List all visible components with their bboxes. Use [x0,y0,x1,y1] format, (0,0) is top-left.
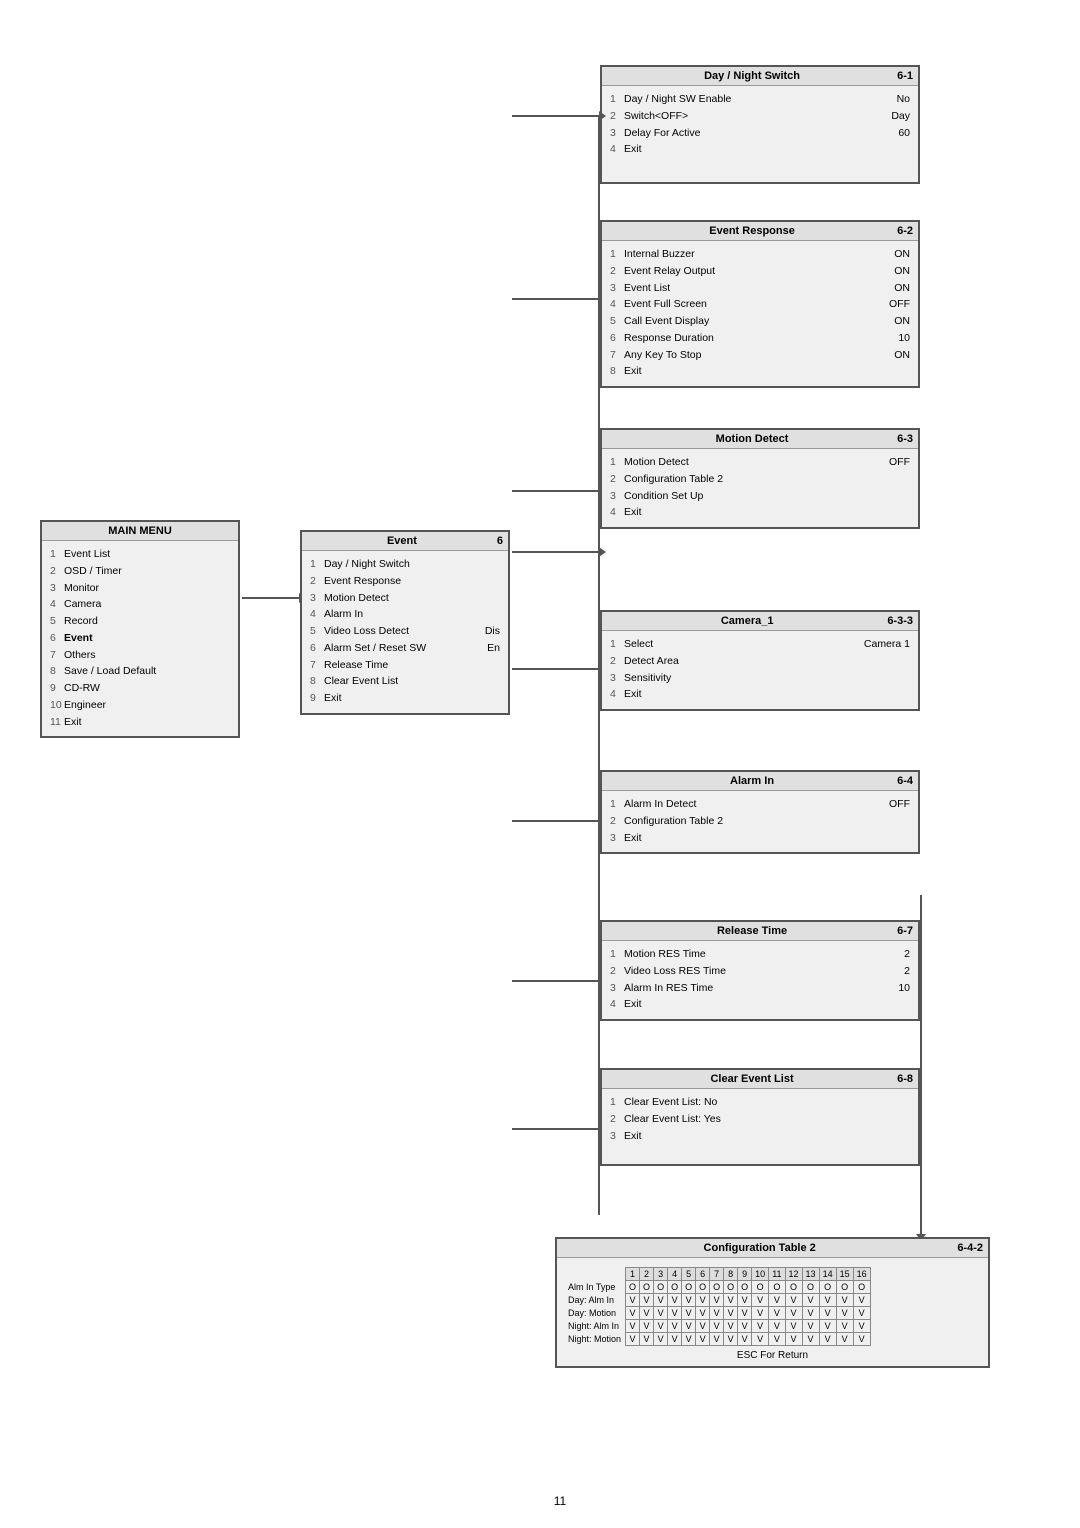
list-item: 2Detect Area [610,654,910,670]
camera1-title: Camera_1 6-3-3 [602,612,918,631]
day-night-content: 1Day / Night SW EnableNo 2Switch<OFF>Day… [602,86,918,182]
list-item: 8Save / Load Default [50,664,230,680]
arrow-to-daynight [512,115,600,117]
list-item: 4Exit [610,505,910,521]
list-item: 1Motion DetectOFF [610,455,910,471]
list-item: 10Engineer [50,698,230,714]
arrow-to-camera1 [512,668,600,670]
list-item: 3Condition Set Up [610,489,910,505]
list-item: 9Exit [310,691,500,707]
arrow-to-alarmin [512,820,600,822]
arrow-to-motion-detect [512,490,600,492]
list-item: 1Clear Event List: No [610,1095,910,1111]
list-item: 2Configuration Table 2 [610,814,910,830]
camera1-box: Camera_1 6-3-3 1SelectCamera 1 2Detect A… [600,610,920,711]
list-item: 3Monitor [50,581,230,597]
alarm-in-box: Alarm In 6-4 1Alarm In DetectOFF 2Config… [600,770,920,854]
arrow-to-release-time [512,980,600,982]
motion-detect-title: Motion Detect 6-3 [602,430,918,449]
list-item: 1Day / Night Switch [310,557,500,573]
list-item: 2Clear Event List: Yes [610,1112,910,1128]
list-item: 9CD-RW [50,681,230,697]
config-table-content: 1 2 3 4 5 6 7 8 9 10 11 12 13 14 [557,1258,988,1366]
list-item: 1Motion RES Time2 [610,947,910,963]
clear-event-content: 1Clear Event List: No 2Clear Event List:… [602,1089,918,1164]
main-menu-content: 1Event List 2OSD / Timer 3Monitor 4Camer… [42,541,238,736]
day-night-title: Day / Night Switch 6-1 [602,67,918,86]
list-item: 8Exit [610,364,910,380]
list-item: 2Video Loss RES Time2 [610,964,910,980]
list-item: 3Event ListON [610,281,910,297]
list-item: 1Event List [50,547,230,563]
event-menu-title: Event 6 [302,532,508,551]
list-item: 6Response Duration10 [610,331,910,347]
list-item: 3Exit [610,831,910,847]
alarm-in-title: Alarm In 6-4 [602,772,918,791]
arrow-to-clear-event [512,1128,600,1130]
event-response-box: Event Response 6-2 1Internal BuzzerON 2E… [600,220,920,388]
list-item: 2Event Relay OutputON [610,264,910,280]
list-item: 3Delay For Active60 [610,126,910,142]
list-item: 5Record [50,614,230,630]
arrow-to-config-table [920,895,922,1235]
motion-detect-box: Motion Detect 6-3 1Motion DetectOFF 2Con… [600,428,920,529]
list-item: 3Sensitivity [610,671,910,687]
clear-event-box: Clear Event List 6-8 1Clear Event List: … [600,1068,920,1166]
arrow-event-to-daynight [512,551,600,553]
page-container: MAIN MENU 1Event List 2OSD / Timer 3Moni… [0,0,1080,1528]
list-item: 4Exit [610,687,910,703]
release-time-content: 1Motion RES Time2 2Video Loss RES Time2 … [602,941,918,1019]
list-item: 1Alarm In DetectOFF [610,797,910,813]
list-item: 3Exit [610,1129,910,1145]
alarm-in-content: 1Alarm In DetectOFF 2Configuration Table… [602,791,918,852]
list-item: 11Exit [50,715,230,731]
list-item: 5Call Event DisplayON [610,314,910,330]
list-item: 1Internal BuzzerON [610,247,910,263]
list-item: 4Exit [610,142,910,158]
motion-detect-content: 1Motion DetectOFF 2Configuration Table 2… [602,449,918,527]
main-menu-box: MAIN MENU 1Event List 2OSD / Timer 3Moni… [40,520,240,738]
list-item: 2OSD / Timer [50,564,230,580]
list-item: 3Motion Detect [310,591,500,607]
list-item: 1SelectCamera 1 [610,637,910,653]
list-item: 7Others [50,648,230,664]
camera1-content: 1SelectCamera 1 2Detect Area 3Sensitivit… [602,631,918,709]
main-menu-title: MAIN MENU [42,522,238,541]
list-item: 2Switch<OFF>Day [610,109,910,125]
list-item: 3Alarm In RES Time10 [610,981,910,997]
list-item: 8Clear Event List [310,674,500,690]
page-number: 11 [20,1494,1080,1508]
esc-label: ESC For Return [565,1350,980,1361]
list-item: 2Configuration Table 2 [610,472,910,488]
list-item: 4Camera [50,597,230,613]
list-item: 7Any Key To StopON [610,348,910,364]
config-table-title: Configuration Table 2 6-4-2 [557,1239,988,1258]
list-item: 7Release Time [310,658,500,674]
config-table-box: Configuration Table 2 6-4-2 1 2 3 4 5 6 … [555,1237,990,1368]
list-item: 4Exit [610,997,910,1013]
config-data-table: 1 2 3 4 5 6 7 8 9 10 11 12 13 14 [565,1267,871,1346]
arrow-to-event-response [512,298,600,300]
list-item: 1Day / Night SW EnableNo [610,92,910,108]
clear-event-title: Clear Event List 6-8 [602,1070,918,1089]
event-response-content: 1Internal BuzzerON 2Event Relay OutputON… [602,241,918,386]
event-menu-content: 1Day / Night Switch 2Event Response 3Mot… [302,551,508,713]
list-item: 4Alarm In [310,607,500,623]
list-item-active: 6Event [50,631,230,647]
list-item: 4Event Full ScreenOFF [610,297,910,313]
release-time-title: Release Time 6-7 [602,922,918,941]
event-menu-box: Event 6 1Day / Night Switch 2Event Respo… [300,530,510,715]
list-item: 5Video Loss DetectDis [310,624,500,640]
arrow-main-to-event [242,597,300,599]
event-response-title: Event Response 6-2 [602,222,918,241]
list-item: 2Event Response [310,574,500,590]
list-item: 6Alarm Set / Reset SWEn [310,641,500,657]
day-night-box: Day / Night Switch 6-1 1Day / Night SW E… [600,65,920,184]
release-time-box: Release Time 6-7 1Motion RES Time2 2Vide… [600,920,920,1021]
